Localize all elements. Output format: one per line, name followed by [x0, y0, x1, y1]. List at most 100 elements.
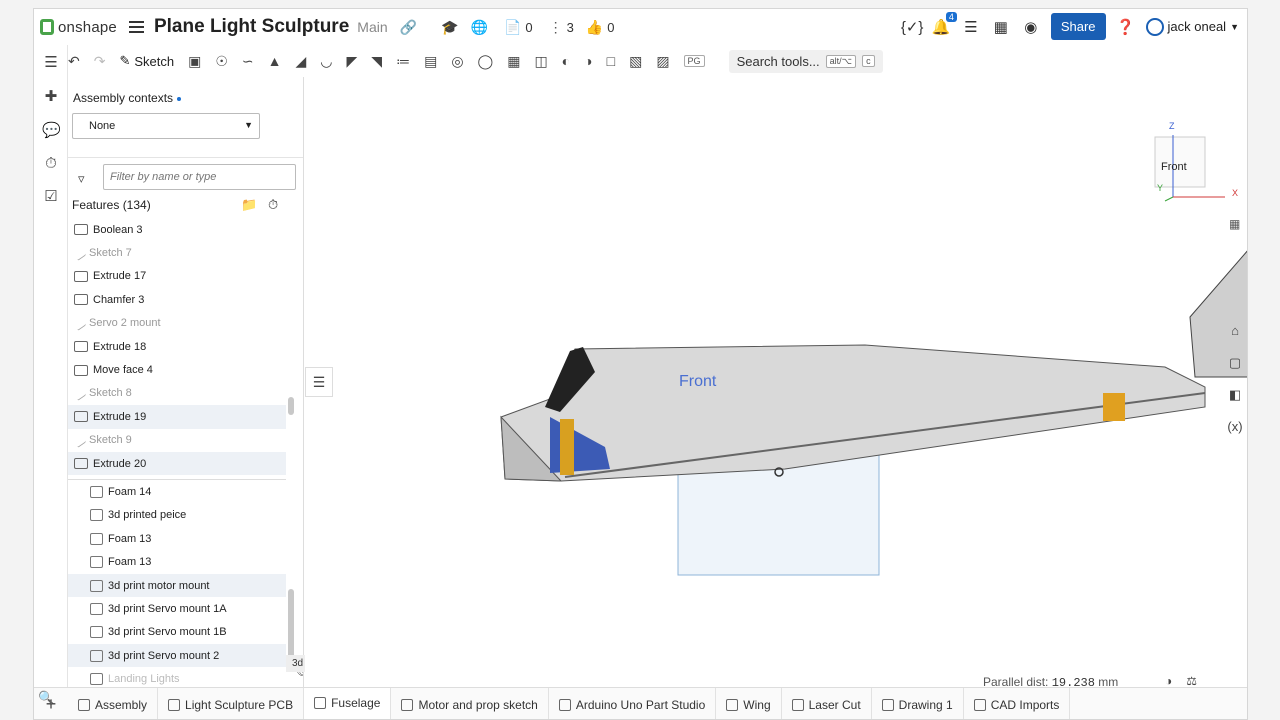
tab-item[interactable]: Assembly [68, 687, 159, 719]
draft-icon[interactable]: ◥ [371, 53, 382, 70]
feature-list-item[interactable]: Sketch 9 [68, 429, 286, 452]
feature-list-item[interactable]: Extrude 17 [68, 265, 286, 288]
info-dot-icon [177, 96, 182, 101]
like-icon[interactable]: 👍 [586, 19, 603, 36]
branches-icon[interactable]: ⋮ [549, 19, 563, 36]
rib-icon[interactable]: ≔ [396, 53, 410, 70]
shell-icon[interactable]: ▤ [424, 53, 437, 70]
part-list-item[interactable]: Landing Lights [68, 667, 286, 687]
feature-scrollbar[interactable] [288, 397, 294, 415]
part-list-item[interactable]: 3d printed peice [68, 504, 286, 527]
feature-list-item[interactable]: Extrude 18 [68, 335, 286, 358]
variable-icon[interactable]: {✓} [901, 18, 924, 36]
revolve-icon[interactable]: ☉ [215, 53, 228, 70]
split-icon[interactable]: ◑ [584, 53, 592, 69]
assembly-context-select[interactable]: None ▼ [72, 113, 260, 139]
fillet-icon[interactable]: ◡ [320, 53, 332, 70]
sweep-icon[interactable]: ∽ [242, 53, 254, 70]
mirror-icon[interactable]: ◫ [534, 53, 547, 70]
search-tools-button[interactable]: Search tools... alt/⌥ c [728, 49, 883, 73]
part-list-item[interactable]: Foam 13 [68, 550, 286, 573]
tab-item[interactable]: Fuselage [304, 687, 392, 719]
part-list-item[interactable]: Foam 13 [68, 527, 286, 550]
extrude-icon[interactable]: ▣ [188, 53, 201, 70]
feature-list-icon[interactable]: ☰ [42, 53, 60, 71]
learning-center-icon[interactable]: 🎓 [441, 19, 458, 36]
document-title[interactable]: Plane Light Sculpture [154, 16, 349, 38]
link-icon[interactable]: 🔗 [400, 19, 417, 36]
hole-icon[interactable]: ◎ [451, 53, 463, 70]
feature-list-item[interactable]: Move face 4 [68, 358, 286, 381]
feature-list-item[interactable]: Sketch 7 [68, 241, 286, 264]
thicken-icon[interactable]: ◢ [296, 53, 307, 70]
feature-list-item[interactable]: Chamfer 3 [68, 288, 286, 311]
graphics-viewport[interactable]: Front ☰ Front Z X Y ▦ ⌂ ▢ ◧ (x) Parallel… [305, 77, 1248, 687]
pattern-icon[interactable]: ▦ [507, 53, 520, 70]
transform-icon[interactable]: □ [607, 53, 615, 69]
tasks-icon[interactable]: ☰ [961, 18, 981, 36]
part-list-item[interactable]: 3d print motor mount [68, 573, 286, 598]
view-cube[interactable]: Front Z X Y [1115, 107, 1238, 227]
modify-fillet-icon[interactable]: ▨ [656, 53, 669, 70]
hamburger-menu-icon[interactable] [128, 21, 144, 33]
tab-item[interactable]: CAD Imports [964, 687, 1071, 719]
globe-icon[interactable]: 🌐 [471, 19, 488, 36]
redo-icon[interactable]: ↷ [94, 53, 106, 70]
plane-icon[interactable]: PG [683, 55, 705, 67]
insert-icon[interactable]: ✚ [42, 87, 60, 105]
rollback-clock-icon[interactable]: ⏱ [268, 197, 278, 213]
model-view[interactable] [305, 77, 1248, 687]
history-icon[interactable]: ⏱ [42, 155, 60, 172]
view-options-icon[interactable]: ▦ [1229, 217, 1240, 231]
sketch-button[interactable]: ✎ Sketch [119, 53, 174, 69]
tab-item[interactable]: Light Sculpture PCB [158, 687, 305, 719]
add-folder-icon[interactable]: 📁 [241, 197, 257, 213]
servo-part[interactable] [560, 419, 574, 475]
feature-filter-input[interactable] [103, 164, 296, 190]
feature-list-item[interactable]: Sketch 8 [68, 382, 286, 405]
help-icon[interactable]: ❓ [1116, 18, 1136, 36]
app-store-icon[interactable]: ▦ [991, 18, 1011, 36]
part-list-item[interactable]: 3d print Servo mount 2 [68, 644, 286, 668]
undo-icon[interactable]: ↶ [68, 53, 80, 70]
part-list-item[interactable]: 3d print Servo mount 1B [68, 621, 286, 644]
part-list-item[interactable]: Foam 14 [68, 480, 286, 503]
notifications-icon[interactable]: 🔔 4 [931, 11, 957, 36]
servo-rear-part[interactable] [1103, 393, 1125, 421]
feature-list-item[interactable]: Servo 2 mount [68, 312, 286, 335]
part-list-item[interactable]: 3d print Servo mount 1A [68, 597, 286, 620]
tab-item[interactable]: Wing [716, 687, 782, 719]
cube-view-icon[interactable]: ▢ [1221, 355, 1247, 377]
versions-count: 0 [525, 19, 533, 35]
tab-item[interactable]: Motor and prop sketch [391, 687, 549, 719]
share-button[interactable]: Share [1050, 13, 1106, 40]
mass-props-icon[interactable]: ⚖ [1186, 674, 1197, 687]
tab-item[interactable]: Arduino Uno Part Studio [549, 687, 717, 719]
tab-item[interactable]: Laser Cut [782, 687, 872, 719]
section-view-icon[interactable]: ◧ [1221, 387, 1247, 409]
delete-part-icon[interactable]: ▧ [629, 53, 642, 70]
feature-list-item[interactable]: Extrude 19 [68, 405, 286, 429]
comments-icon[interactable]: 💬 [42, 121, 61, 139]
home-view-icon[interactable]: ⌂ [1221, 323, 1247, 345]
measure-icon[interactable]: ◑ [1165, 674, 1172, 687]
user-menu[interactable]: jack oneal ▼ [1145, 17, 1239, 36]
versions-icon[interactable]: 📄 [504, 19, 521, 36]
parts-scrollbar[interactable] [288, 589, 294, 659]
feature-list-item[interactable]: Boolean 3 [68, 218, 286, 241]
variable-view-icon[interactable]: (x) [1221, 419, 1247, 441]
chamfer-icon[interactable]: ◤ [347, 53, 358, 70]
feature-list-item[interactable]: Extrude 20 [68, 451, 286, 476]
onshape-logo[interactable]: onshape [40, 19, 117, 36]
feature-panel-toggle-icon[interactable]: ☰ [305, 367, 333, 397]
branch-label[interactable]: Main [357, 19, 387, 35]
loft-icon[interactable]: ▲ [268, 53, 282, 69]
tab-search-icon[interactable]: 🔍 [38, 690, 54, 706]
checklist-icon[interactable]: ☑ [42, 187, 60, 205]
cylinder-icon[interactable]: ◯ [478, 53, 494, 70]
integrations-icon[interactable]: ◉ [1021, 18, 1041, 36]
filter-icon[interactable]: ▿ [78, 171, 85, 187]
tab-item[interactable]: Drawing 1 [872, 687, 964, 719]
tab-type-icon [401, 698, 414, 711]
boolean-icon[interactable]: ◐ [562, 53, 570, 69]
